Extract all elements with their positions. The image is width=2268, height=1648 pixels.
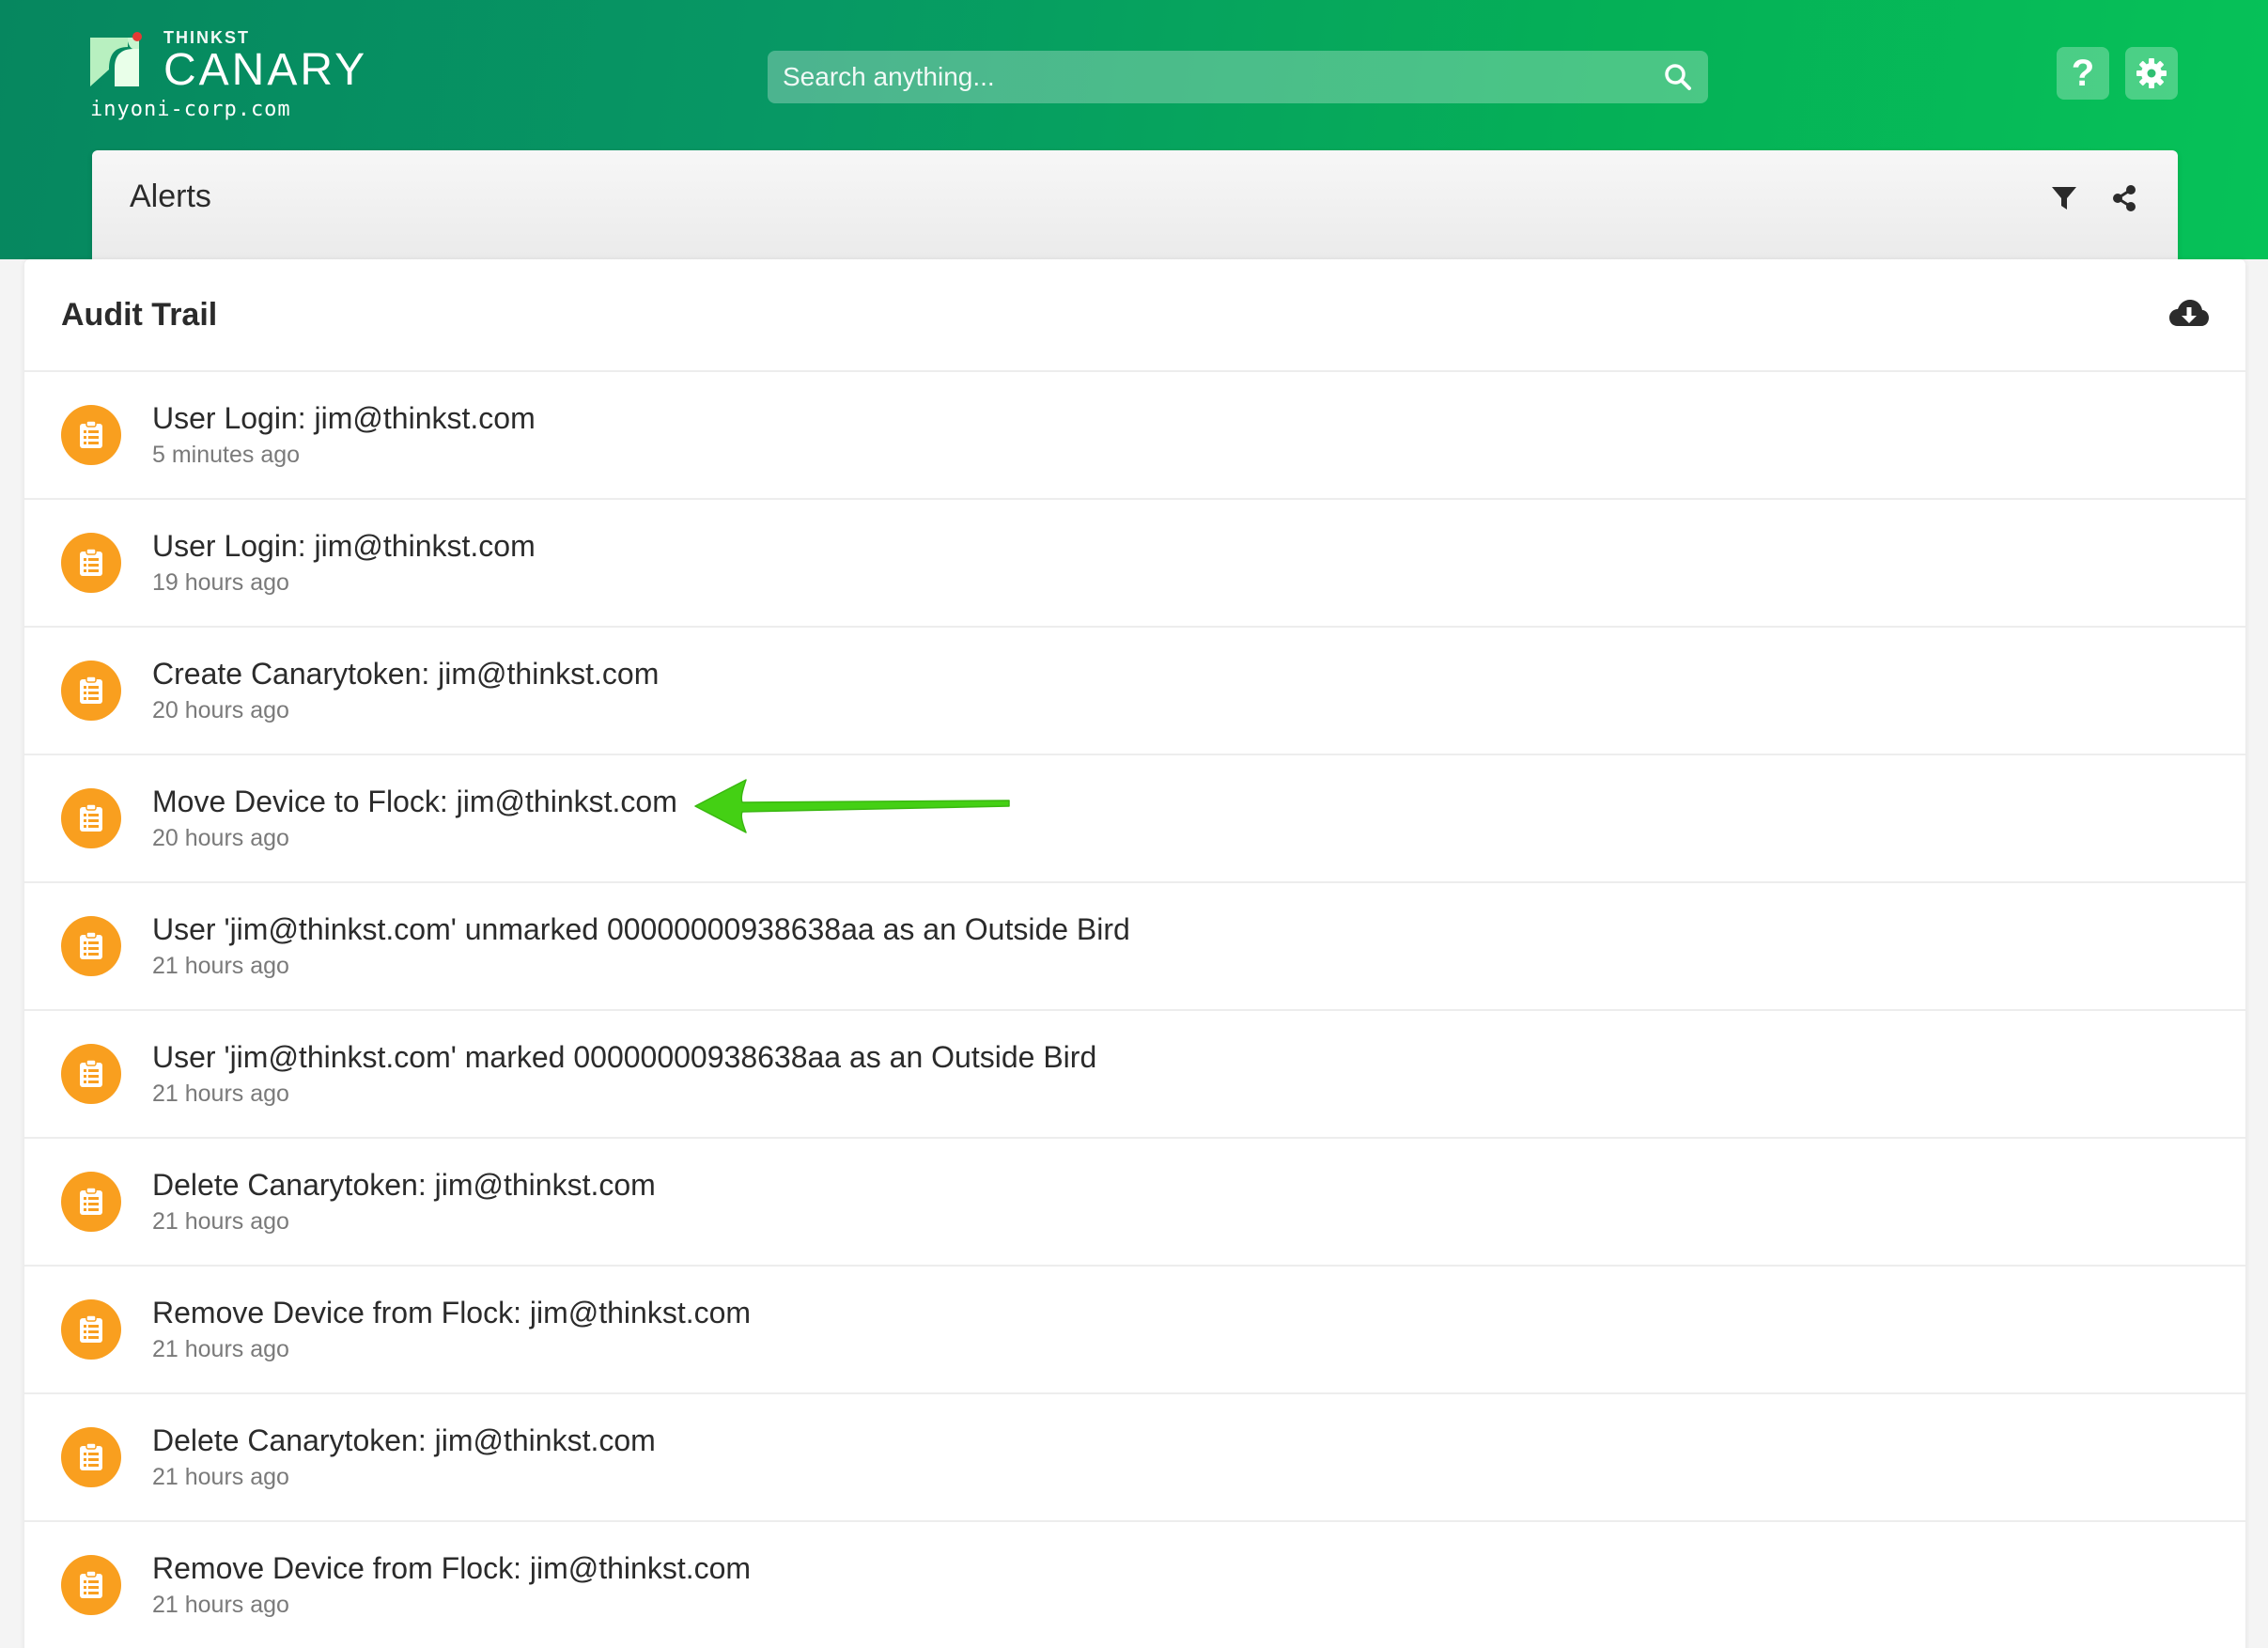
audit-event-row[interactable]: Delete Canarytoken: jim@thinkst.com 21 h…: [24, 1139, 2245, 1267]
event-time: 21 hours ago: [152, 1208, 289, 1235]
top-header: THINKST CANARY inyoni-corp.com ?: [0, 0, 2268, 282]
event-time: 19 hours ago: [152, 569, 289, 596]
filter-icon[interactable]: [2050, 184, 2078, 212]
audit-event-row[interactable]: Remove Device from Flock: jim@thinkst.co…: [24, 1267, 2245, 1394]
event-badge: [61, 1427, 121, 1487]
audit-event-row[interactable]: Remove Device from Flock: jim@thinkst.co…: [24, 1522, 2245, 1648]
search-input[interactable]: [783, 62, 1663, 92]
audit-event-row[interactable]: User Login: jim@thinkst.com 19 hours ago: [24, 500, 2245, 628]
clipboard-icon: [80, 932, 102, 959]
event-title: Move Device to Flock: jim@thinkst.com: [152, 785, 677, 818]
canary-logo-icon: [90, 32, 142, 86]
logo-brand-name: CANARY: [163, 45, 368, 95]
logo-small-text: THINKST: [163, 28, 250, 47]
event-title: Delete Canarytoken: jim@thinkst.com: [152, 1168, 656, 1202]
share-icon[interactable]: [2110, 184, 2138, 212]
event-badge: [61, 1555, 121, 1615]
event-time: 20 hours ago: [152, 697, 289, 723]
audit-trail-header: Audit Trail: [24, 259, 2245, 372]
canary-logo[interactable]: THINKST CANARY: [90, 28, 367, 94]
clipboard-icon: [80, 421, 102, 448]
audit-event-list: User Login: jim@thinkst.com 5 minutes ag…: [24, 372, 2245, 1648]
page: THINKST CANARY inyoni-corp.com ?: [0, 0, 2268, 1648]
clipboard-icon: [80, 676, 102, 704]
audit-event-row[interactable]: Move Device to Flock: jim@thinkst.com 20…: [24, 755, 2245, 883]
audit-trail-panel: Audit Trail User Login: jim@thinkst.com …: [24, 259, 2245, 1648]
audit-event-row[interactable]: Create Canarytoken: jim@thinkst.com 20 h…: [24, 628, 2245, 755]
question-icon: ?: [2071, 53, 2095, 94]
event-title: Delete Canarytoken: jim@thinkst.com: [152, 1423, 656, 1457]
event-time: 21 hours ago: [152, 953, 289, 979]
event-badge: [61, 661, 121, 721]
event-time: 21 hours ago: [152, 1464, 289, 1490]
cloud-download-icon[interactable]: [2168, 298, 2210, 332]
clipboard-icon: [80, 1060, 102, 1087]
alerts-title: Alerts: [130, 179, 211, 214]
audit-event-row[interactable]: User 'jim@thinkst.com' unmarked 00000000…: [24, 883, 2245, 1011]
event-title: Create Canarytoken: jim@thinkst.com: [152, 657, 660, 691]
event-time: 20 hours ago: [152, 825, 289, 851]
gear-icon: [2136, 58, 2167, 88]
clipboard-icon: [80, 1188, 102, 1215]
help-button[interactable]: ?: [2057, 47, 2109, 100]
event-title: User 'jim@thinkst.com' marked 0000000093…: [152, 1040, 1097, 1074]
search-bar[interactable]: [768, 51, 1708, 103]
clipboard-icon: [80, 1315, 102, 1343]
event-time: 5 minutes ago: [152, 442, 301, 468]
clipboard-icon: [80, 1443, 102, 1470]
audit-event-row[interactable]: User Login: jim@thinkst.com 5 minutes ag…: [24, 372, 2245, 500]
arrow-annotation-icon: [694, 779, 1010, 833]
event-badge: [61, 916, 121, 976]
console-domain: inyoni-corp.com: [90, 98, 291, 121]
event-badge: [61, 1172, 121, 1232]
audit-trail-title: Audit Trail: [61, 296, 218, 333]
event-badge: [61, 1299, 121, 1360]
event-title: User 'jim@thinkst.com' unmarked 00000000…: [152, 912, 1130, 946]
event-time: 21 hours ago: [152, 1081, 289, 1107]
event-badge: [61, 533, 121, 593]
clipboard-icon: [80, 549, 102, 576]
clipboard-icon: [80, 1571, 102, 1598]
clipboard-icon: [80, 804, 102, 832]
event-time: 21 hours ago: [152, 1592, 289, 1618]
audit-event-row[interactable]: User 'jim@thinkst.com' marked 0000000093…: [24, 1011, 2245, 1139]
settings-button[interactable]: [2125, 47, 2178, 100]
event-time: 21 hours ago: [152, 1336, 289, 1362]
event-title: User Login: jim@thinkst.com: [152, 401, 536, 435]
event-badge: [61, 788, 121, 848]
event-badge: [61, 405, 121, 465]
audit-event-row[interactable]: Delete Canarytoken: jim@thinkst.com 21 h…: [24, 1394, 2245, 1522]
alerts-toolbar: [2050, 184, 2138, 212]
search-icon[interactable]: [1663, 62, 1693, 92]
event-title: Remove Device from Flock: jim@thinkst.co…: [152, 1551, 752, 1585]
event-title: User Login: jim@thinkst.com: [152, 529, 536, 563]
event-title: Remove Device from Flock: jim@thinkst.co…: [152, 1296, 752, 1329]
logo-text: THINKST CANARY: [163, 28, 367, 94]
event-badge: [61, 1044, 121, 1104]
